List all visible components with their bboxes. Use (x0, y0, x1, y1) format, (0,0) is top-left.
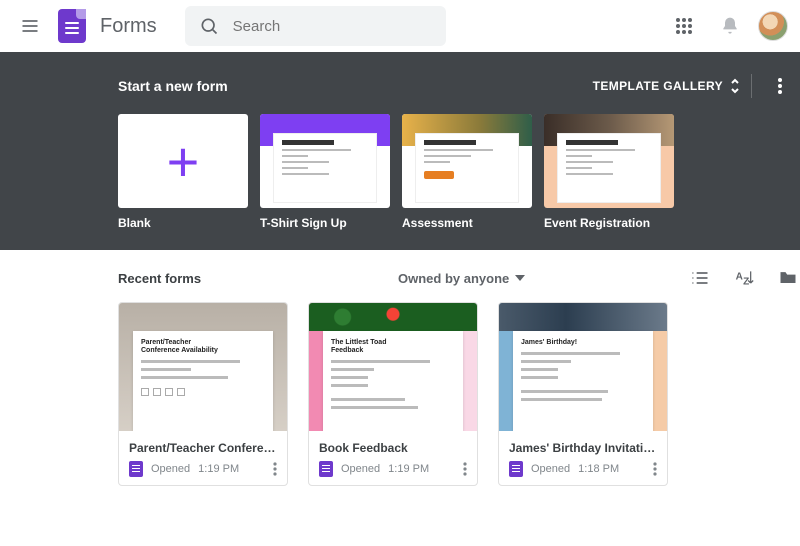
template-label: Assessment (402, 216, 532, 230)
form-card[interactable]: The Littlest Toad Feedback Book Feedback… (308, 302, 478, 486)
opened-time: 1:18 PM (578, 463, 619, 475)
unfold-icon (729, 78, 741, 94)
form-name: James' Birthday Invitation (509, 441, 657, 455)
template-heading: Start a new form (118, 78, 228, 94)
app-header: Forms (0, 0, 800, 52)
opened-time: 1:19 PM (388, 463, 429, 475)
template-more-button[interactable] (762, 68, 798, 104)
thumb-title: Parent/Teacher Conference Availability (141, 339, 228, 355)
card-more-button[interactable] (653, 462, 657, 476)
template-strip: Start a new form TEMPLATE GALLERY + Blan… (0, 52, 800, 250)
opened-label: Opened (341, 463, 380, 475)
template-tshirt-signup[interactable]: T-Shirt Sign Up (260, 114, 390, 230)
template-label: T-Shirt Sign Up (260, 216, 390, 230)
thumb-title: The Littlest Toad Feedback (331, 339, 418, 355)
more-vert-icon (273, 462, 277, 476)
search-bar[interactable] (185, 6, 446, 46)
dropdown-icon (515, 275, 525, 281)
template-blank[interactable]: + Blank (118, 114, 248, 230)
account-avatar[interactable] (758, 11, 788, 41)
forms-mini-icon (129, 461, 143, 477)
svg-text:A: A (736, 272, 743, 283)
form-card[interactable]: Parent/Teacher Conference Availability P… (118, 302, 288, 486)
template-label: Blank (118, 216, 248, 230)
ownership-filter-label: Owned by anyone (398, 271, 509, 286)
sort-az-icon: AZ (734, 268, 754, 288)
more-vert-icon (653, 462, 657, 476)
template-assessment[interactable]: Assessment (402, 114, 532, 230)
svg-text:Z: Z (743, 277, 749, 288)
app-name: Forms (100, 15, 157, 38)
opened-label: Opened (151, 463, 190, 475)
card-more-button[interactable] (273, 462, 277, 476)
more-vert-icon (463, 462, 467, 476)
menu-button[interactable] (12, 8, 48, 44)
apps-grid-icon (675, 17, 693, 35)
recent-heading: Recent forms (118, 271, 398, 286)
template-event-registration[interactable]: Event Registration (544, 114, 674, 230)
ownership-filter[interactable]: Owned by anyone (398, 271, 525, 286)
list-icon (690, 268, 710, 288)
forms-logo (58, 9, 86, 43)
notifications-button[interactable] (712, 8, 748, 44)
folder-button[interactable] (778, 268, 798, 288)
thumb-title: James' Birthday! (521, 339, 608, 347)
apps-button[interactable] (666, 8, 702, 44)
card-more-button[interactable] (463, 462, 467, 476)
form-name: Parent/Teacher Conferen... (129, 441, 277, 455)
form-card[interactable]: James' Birthday! James' Birthday Invitat… (498, 302, 668, 486)
folder-icon (778, 268, 798, 288)
forms-mini-icon (319, 461, 333, 477)
template-label: Event Registration (544, 216, 674, 230)
forms-mini-icon (509, 461, 523, 477)
more-vert-icon (778, 78, 782, 94)
search-input[interactable] (233, 18, 432, 35)
hamburger-icon (20, 16, 40, 36)
form-name: Book Feedback (319, 441, 467, 455)
divider (751, 74, 752, 98)
plus-icon: + (118, 114, 248, 208)
sort-button[interactable]: AZ (734, 268, 754, 288)
template-gallery-label: TEMPLATE GALLERY (593, 79, 723, 93)
search-icon (199, 16, 219, 36)
bell-icon (720, 16, 740, 36)
recent-section: Recent forms Owned by anyone AZ Parent/T… (118, 250, 798, 516)
opened-time: 1:19 PM (198, 463, 239, 475)
list-view-button[interactable] (690, 268, 710, 288)
template-gallery-button[interactable]: TEMPLATE GALLERY (593, 78, 741, 94)
opened-label: Opened (531, 463, 570, 475)
